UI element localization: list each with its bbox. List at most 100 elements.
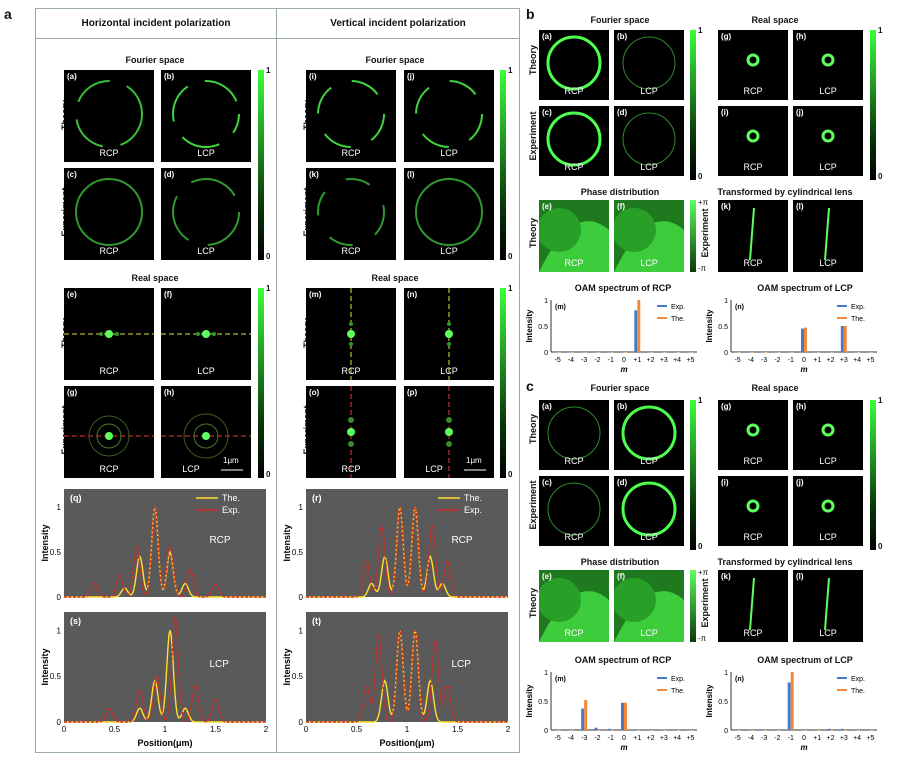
line-chart-s: 00.510 0.5 1 1.5 2Position(μm)Intensity(s)LC… [40, 612, 269, 748]
bar [843, 326, 847, 352]
bar [790, 352, 794, 353]
bar [687, 352, 691, 353]
left-header: Horizontal incident polarization [81, 18, 231, 29]
b-real: Real space [751, 15, 799, 25]
image-tile: (b) LCP [614, 400, 684, 470]
x-tick-label: -3 [581, 735, 587, 742]
bar [830, 730, 834, 731]
y-tick-label: 1 [724, 298, 728, 305]
bar [790, 672, 794, 730]
c-oam-rcp-title: OAM spectrum of RCP [574, 655, 672, 665]
image-tile: (b) LCP [161, 70, 251, 162]
scale-bar-label: 1μm [466, 456, 482, 465]
x-tick-label: +1 [813, 357, 821, 364]
image-tile: (a) RCP [64, 70, 154, 162]
bar [650, 730, 654, 731]
bar [737, 352, 741, 353]
panel-letter-c: c [526, 378, 534, 394]
bar-chart-c-n: 0 0.5 1 -5 -4 -3 -2 -1 0 +1 +2 +3 +4 +5 m Intensity Exp.… [705, 670, 877, 752]
b-oam-rcp-title: OAM spectrum of RCP [574, 283, 672, 293]
image-tile: (d) LCP [614, 106, 684, 176]
legend-label: The. [851, 316, 865, 323]
x-tick-label: +4 [853, 357, 861, 364]
bar [567, 730, 571, 731]
bar [621, 702, 624, 730]
y-tick-label: 0 [544, 350, 548, 357]
chart-label: (s) [70, 616, 81, 626]
bar [624, 702, 627, 730]
x-tick-label: 0 [802, 357, 806, 364]
b-transformed: Transformed by cylindrical lens [717, 187, 853, 197]
bar [761, 352, 765, 353]
x-tick-label: 1.5 [452, 725, 464, 734]
c-phase: Phase distribution [580, 557, 660, 567]
colorbar-max: 1 [266, 284, 271, 293]
bar [554, 730, 558, 731]
bar-chart-b-m: 0 0.5 1 -5 -4 -3 -2 -1 0 +1 +2 +3 +4 +5 m Intensity Exp.… [525, 298, 697, 374]
image-tile: (f) LCP [614, 570, 684, 642]
chart-label: (n) [735, 676, 744, 683]
image-tile: (f) LCP [614, 200, 684, 272]
b-fourier: Fourier space [590, 15, 650, 25]
legend-label: The. [222, 493, 240, 503]
chart-annotation: RCP [209, 535, 230, 546]
c-oam-lcp-title: OAM spectrum of LCP [757, 655, 853, 665]
bar [737, 730, 741, 731]
row-label-theory: Theory [528, 218, 538, 249]
chart-annotation: RCP [451, 535, 472, 546]
chart-annotation: LCP [209, 659, 229, 670]
row-label-experiment: Experiment [528, 111, 538, 161]
legend-label: The. [851, 688, 865, 695]
image-tile: (k) RCP [718, 200, 788, 272]
x-axis-label: Position(μm) [379, 738, 434, 748]
x-tick-label: 0.5 [351, 725, 363, 734]
bar [674, 352, 678, 353]
colorbar-min: 0 [266, 252, 271, 261]
bar [854, 730, 858, 731]
bar [801, 730, 804, 731]
chart-label: (n) [735, 304, 744, 311]
bar [750, 730, 754, 731]
y-axis-label: Intensity [40, 524, 50, 561]
legend-label: Exp. [464, 505, 482, 515]
image-tile: (a) RCP [539, 400, 609, 470]
bar [557, 352, 561, 353]
b-phase: Phase distribution [580, 187, 660, 197]
colorbar [690, 400, 696, 550]
x-tick-label: +5 [866, 735, 874, 742]
colorbar-min: 0 [878, 172, 883, 181]
x-tick-label: +5 [686, 735, 694, 742]
bar [607, 352, 611, 353]
panel-a-divider [276, 8, 277, 753]
x-tick-label: 0 [304, 725, 309, 734]
bar [870, 730, 874, 731]
bar [647, 352, 651, 353]
image-tile: (g) RCP [64, 386, 154, 478]
x-axis-label: Position(μm) [137, 738, 192, 748]
bar [567, 352, 571, 353]
y-axis-label: Intensity [705, 684, 714, 717]
x-tick-label: 2 [506, 725, 511, 734]
x-tick-label: -3 [581, 357, 587, 364]
legend-label: The. [671, 316, 685, 323]
bar [870, 352, 874, 353]
row-label-theory: Theory [528, 414, 538, 445]
bar [581, 352, 585, 353]
a-real-left: Real space [131, 273, 179, 283]
x-tick-label: +4 [673, 735, 681, 742]
b-oam-lcp-title: OAM spectrum of LCP [757, 283, 853, 293]
y-tick-label: 0.5 [718, 699, 728, 706]
y-axis-label: Intensity [705, 309, 714, 342]
image-tile: (g) RCP [718, 30, 788, 100]
image-tile: (d) LCP [614, 476, 684, 546]
bar [843, 730, 847, 731]
y-tick-label: 1 [724, 670, 728, 677]
y-tick-label: 0 [724, 350, 728, 357]
y-tick-label: 0.5 [292, 672, 304, 681]
a-real-right: Real space [371, 273, 419, 283]
bar [610, 730, 614, 731]
bar [764, 730, 768, 731]
bar [787, 682, 791, 730]
bar [817, 730, 821, 731]
legend-label: Exp. [851, 304, 865, 311]
